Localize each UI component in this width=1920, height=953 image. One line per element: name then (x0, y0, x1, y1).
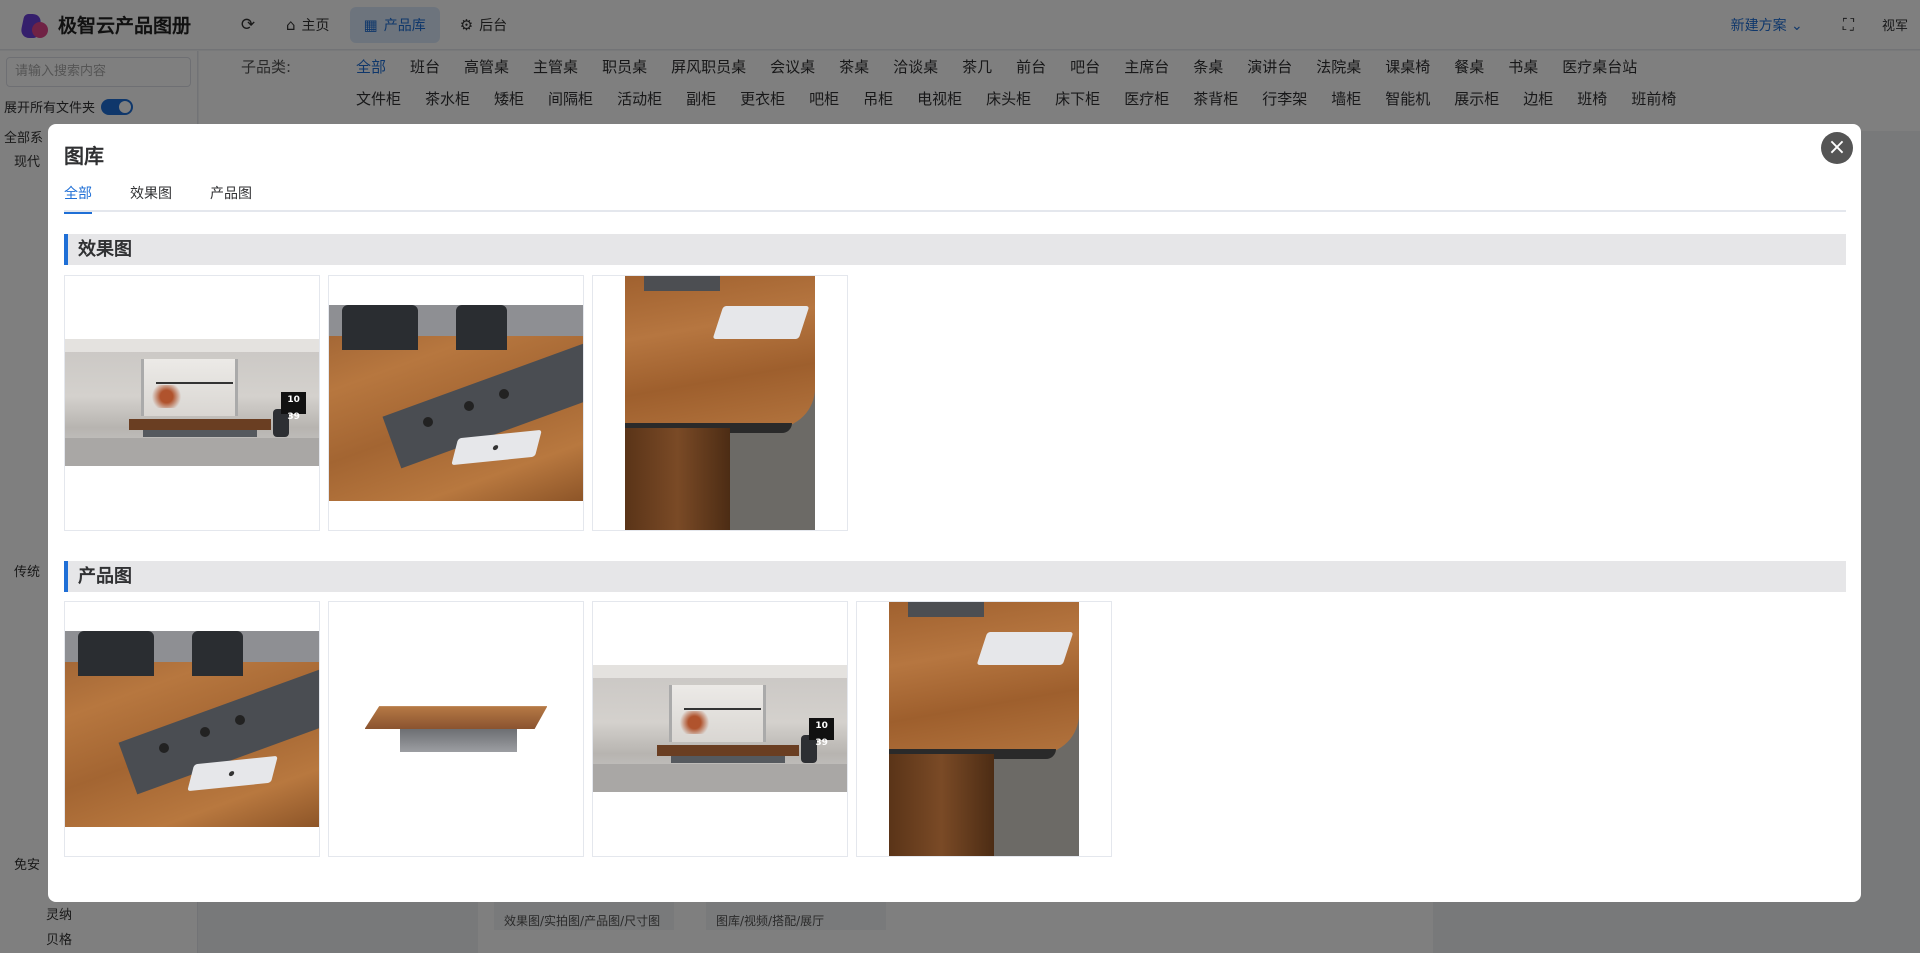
dialog-title: 图库 (64, 144, 104, 168)
desk-closeup-image (65, 631, 319, 827)
meeting-room-image: 10 39 (65, 339, 319, 466)
section-title-effect: 效果图 (64, 234, 1846, 265)
gallery-image[interactable] (592, 275, 848, 531)
gallery-tabs: 全部 效果图 产品图 (64, 182, 1846, 214)
tab-effect[interactable]: 效果图 (130, 182, 172, 212)
product-table-image (329, 602, 583, 856)
gallery-image[interactable]: 10 39 (64, 275, 320, 531)
desk-closeup-image (329, 305, 583, 501)
tv-clock: 10 39 (808, 718, 835, 748)
tv-clock: 10 39 (280, 392, 307, 422)
gallery-image[interactable] (64, 601, 320, 857)
section-title-product: 产品图 (64, 561, 1846, 592)
gallery-image[interactable] (328, 275, 584, 531)
gallery-dialog: 图库 × 全部 效果图 产品图 效果图 10 39 产品图 10 39 (48, 124, 1861, 902)
tab-all[interactable]: 全部 (64, 182, 92, 214)
gallery-image[interactable] (856, 601, 1112, 857)
tab-product[interactable]: 产品图 (210, 182, 252, 212)
gallery-image[interactable] (328, 601, 584, 857)
gallery-image[interactable]: 10 39 (592, 601, 848, 857)
corner-closeup-image (889, 602, 1079, 856)
corner-closeup-image (625, 276, 815, 530)
meeting-room-image: 10 39 (593, 665, 847, 792)
close-icon[interactable]: × (1821, 132, 1853, 164)
